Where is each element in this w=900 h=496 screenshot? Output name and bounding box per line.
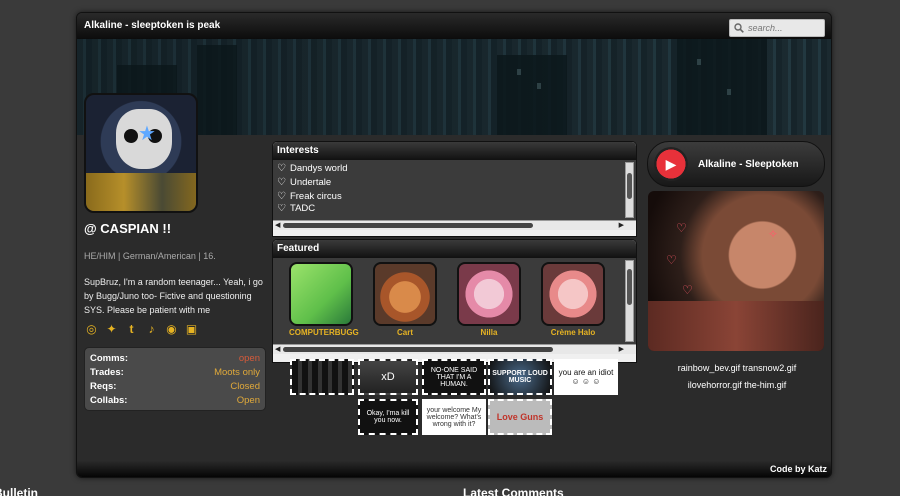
interests-panel: Interests ♡ Dandys world ♡ Undertale ♡ Frea… (272, 141, 637, 237)
stamp: NO-ONE SAID THAT I'M A HUMAN. (422, 359, 486, 395)
gif-links-1: rainbow_bev.gif transnow2.gif (677, 363, 797, 373)
stamp: your welcome My welcome? What's wrong wi… (422, 399, 486, 435)
featured-item[interactable]: Nilla (457, 262, 521, 344)
stamp (290, 359, 354, 395)
twitter-icon[interactable]: ✦ (104, 321, 119, 336)
tiktok-icon[interactable]: ♪ (144, 321, 159, 336)
featured-hscrollbar[interactable]: ◀ ▶ (273, 344, 636, 354)
stamp: SUPPORT LOUD MUSIC (488, 359, 552, 395)
status-row-collabs: Collabs: Open (90, 395, 260, 406)
featured-item[interactable]: Cart (373, 262, 437, 344)
social-links: ◎ ✦ t ♪ ◉ ▣ (84, 321, 199, 336)
tumblr-icon[interactable]: t (124, 321, 139, 336)
featured-list[interactable]: COMPUTERBUGG Cart Nilla Crème Halo (273, 258, 636, 344)
heart-icon: ♡ (277, 204, 286, 214)
interests-title: Interests (273, 142, 636, 160)
interests-scrollbar[interactable] (625, 162, 634, 218)
featured-title: Featured (273, 240, 636, 258)
profile-name: @ CASPIAN !! (84, 221, 172, 236)
discord-icon[interactable]: ◉ (164, 321, 179, 336)
interests-hscrollbar[interactable]: ◀ ▶ (273, 220, 636, 230)
status-row-trades: Trades: Moots only (90, 367, 260, 378)
profile-pronouns: HE/HIM | German/American | 16. (84, 251, 216, 261)
search-box[interactable] (729, 19, 825, 37)
list-item: ♡ Undertale (277, 177, 332, 188)
avatar: ★ (84, 93, 198, 213)
search-input[interactable] (748, 23, 822, 33)
stamp: xD (358, 359, 418, 395)
status-row-comms: Comms: open (90, 353, 260, 364)
latest-comments-heading: Latest Comments (463, 486, 564, 496)
play-button[interactable]: ▶ (654, 147, 688, 181)
page-title: Alkaline - sleeptoken is peak (84, 20, 221, 31)
portrait-image: ♡ ♡ ♡ ✧ (648, 191, 824, 351)
music-player: ▶ Alkaline - Sleeptoken (647, 141, 825, 187)
profile-bio: SupBruz, I'm a random teenager... Yeah, … (84, 277, 263, 315)
top-bar: Alkaline - sleeptoken is peak (77, 13, 831, 39)
list-item: ♡ Dandys world (277, 163, 348, 174)
card-icon[interactable]: ▣ (184, 321, 199, 336)
play-icon: ▶ (665, 155, 677, 172)
player-title: Alkaline - Sleeptoken (698, 158, 799, 170)
interests-list[interactable]: ♡ Dandys world ♡ Undertale ♡ Freak circus ♡… (273, 160, 636, 220)
stamp: you are an idiot ☺ ☺ ☺ (554, 359, 618, 395)
stamp: Love Guns (488, 399, 552, 435)
heart-icon: ♡ (277, 163, 286, 174)
bottom-bar: Code by Katz (77, 461, 831, 477)
heart-icon: ♡ (277, 177, 286, 188)
status-row-reqs: Reqs: Closed (90, 381, 260, 392)
featured-item[interactable]: Crème Halo (541, 262, 605, 344)
gif-links-2: ilovehorror.gif the-him.gif (687, 380, 787, 390)
credit-link[interactable]: Code by Katz (770, 464, 827, 474)
featured-scrollbar[interactable] (625, 260, 634, 342)
bulletin-heading: Bulletin (0, 486, 38, 496)
profile-frame: Alkaline - sleeptoken is peak ★ @ CASPIA… (76, 12, 832, 478)
search-icon (734, 23, 744, 33)
stamp: Okay, I'ma kill you now. (358, 399, 418, 435)
list-item: ♡ TADC (277, 204, 316, 214)
featured-item[interactable]: COMPUTERBUGG (289, 262, 359, 344)
heart-icon: ♡ (277, 191, 286, 202)
status-box: Comms: open Trades: Moots only Reqs: Closed… (84, 347, 266, 411)
featured-panel: Featured COMPUTERBUGG Cart Nilla Crème H… (272, 239, 637, 363)
instagram-icon[interactable]: ◎ (84, 321, 99, 336)
list-item: ♡ Freak circus (277, 191, 342, 202)
